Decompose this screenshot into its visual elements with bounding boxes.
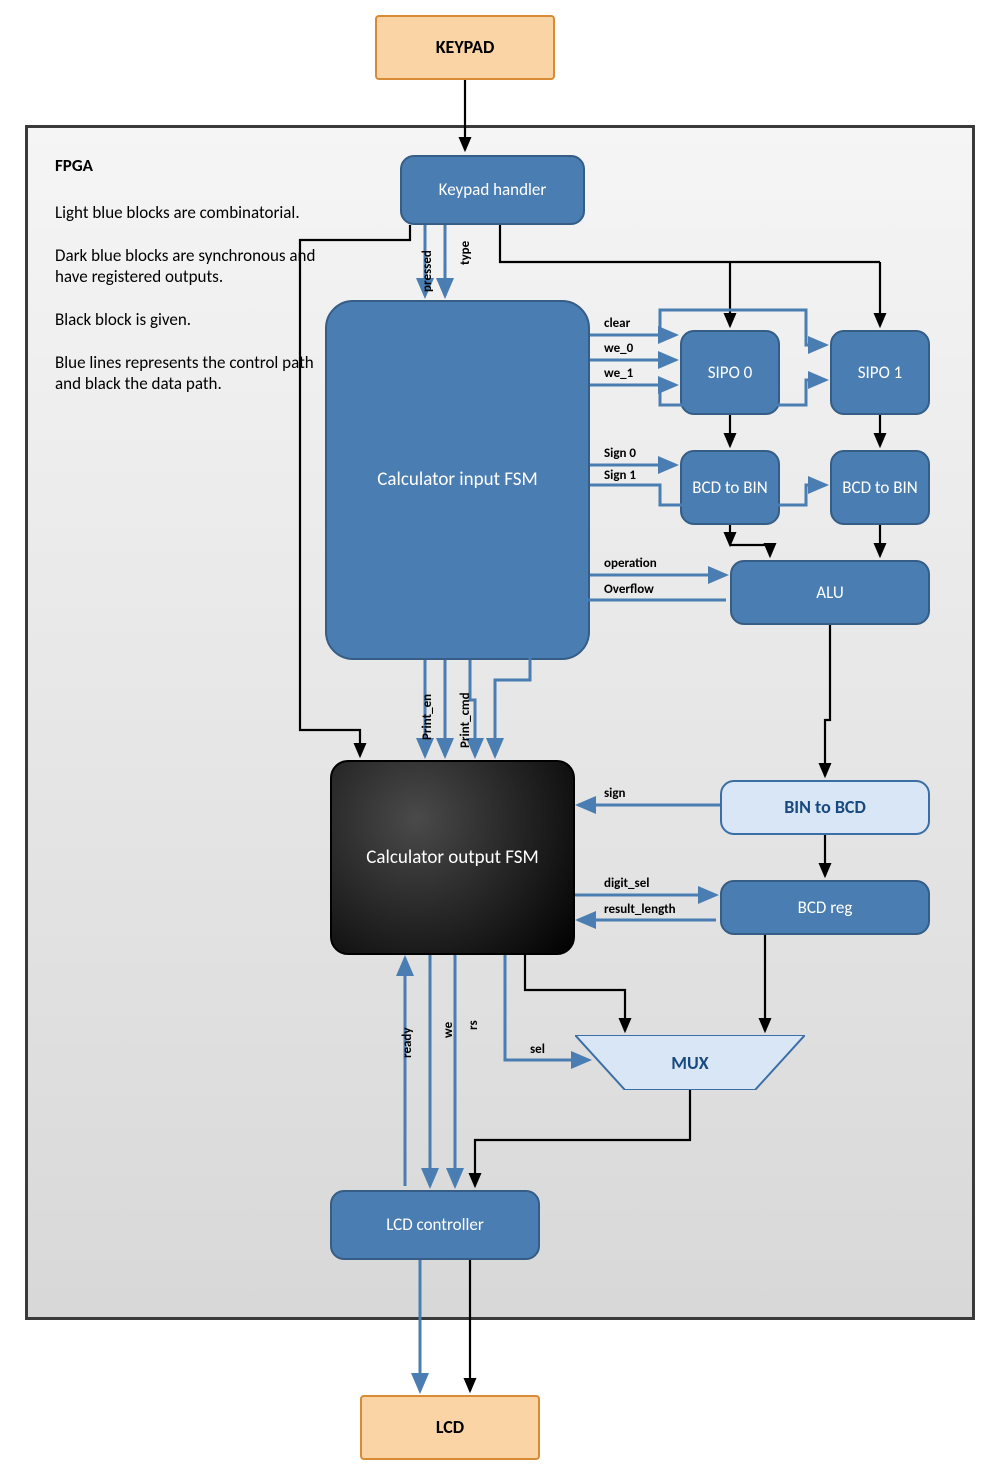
lbl-operation: operation <box>604 556 657 571</box>
lbl-overflow: Overflow <box>604 582 654 597</box>
calc-input-fsm: Calculator input FSM <box>325 300 590 660</box>
legend-p1: Light blue blocks are combinatorial. <box>55 202 330 223</box>
bcd-to-bin-1: BCD to BIN <box>830 450 930 525</box>
lcd-block: LCD <box>360 1395 540 1460</box>
legend-p4: Blue lines represents the control path a… <box>55 352 330 394</box>
calc-output-fsm: Calculator output FSM <box>330 760 575 955</box>
lbl-sign: sign <box>604 786 626 801</box>
legend-title: FPGA <box>55 155 330 176</box>
lbl-ready: ready <box>400 1027 415 1058</box>
mux-label: MUX <box>575 1035 805 1090</box>
lbl-clear: clear <box>604 316 630 331</box>
bcd-to-bin-0: BCD to BIN <box>680 450 780 525</box>
lcd-controller: LCD controller <box>330 1190 540 1260</box>
lbl-print-cmd: Print_cmd <box>458 692 473 748</box>
bcd-reg: BCD reg <box>720 880 930 935</box>
lbl-pressed: pressed <box>420 250 435 292</box>
legend-p2: Dark blue blocks are synchronous and hav… <box>55 245 330 287</box>
lbl-print-en: Print_en <box>420 694 435 740</box>
bin-to-bcd: BIN to BCD <box>720 780 930 835</box>
lbl-we0: we_0 <box>604 341 633 356</box>
diagram-canvas: FPGA Light blue blocks are combinatorial… <box>0 0 1000 1480</box>
mux: MUX <box>575 1035 805 1090</box>
legend-p3: Black block is given. <box>55 309 330 330</box>
lbl-we1: we_1 <box>604 366 633 381</box>
lbl-sign1: Sign 1 <box>604 468 636 483</box>
lbl-sel: sel <box>530 1042 545 1057</box>
keypad-handler: Keypad handler <box>400 155 585 225</box>
lbl-digit-sel: digit_sel <box>604 876 649 891</box>
lbl-sign0: Sign 0 <box>604 446 636 461</box>
alu: ALU <box>730 560 930 625</box>
lbl-rs: rs <box>466 1020 481 1030</box>
legend-text: FPGA Light blue blocks are combinatorial… <box>55 155 330 416</box>
keypad-block: KEYPAD <box>375 15 555 80</box>
lbl-result-length: result_length <box>604 902 676 917</box>
sipo-1: SIPO 1 <box>830 330 930 415</box>
sipo-0: SIPO 0 <box>680 330 780 415</box>
lbl-type: type <box>458 241 473 265</box>
lbl-we: we <box>441 1022 456 1038</box>
